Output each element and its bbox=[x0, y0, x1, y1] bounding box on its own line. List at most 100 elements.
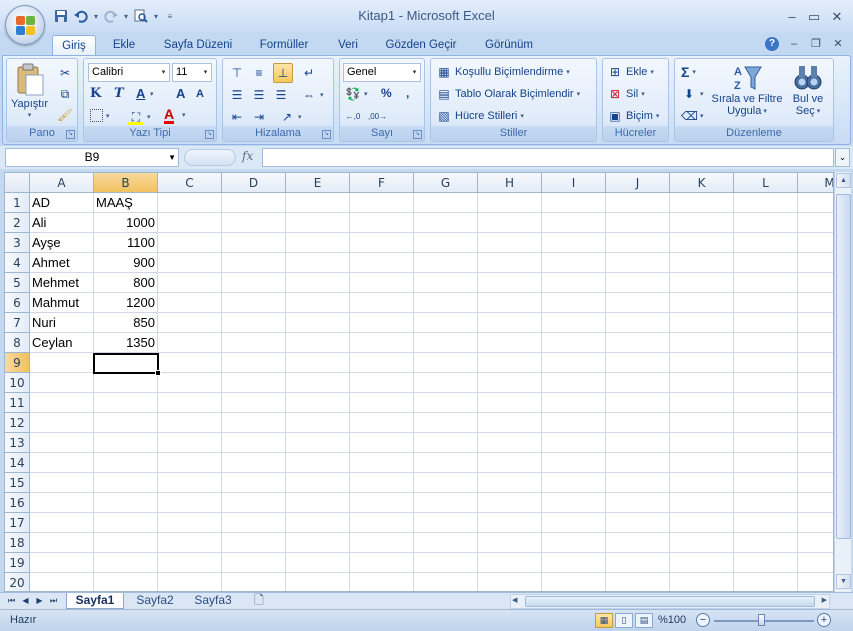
row-header-18[interactable]: 18 bbox=[5, 533, 30, 553]
column-header-l[interactable]: L bbox=[734, 173, 798, 193]
align-bottom-icon[interactable]: ⊥ bbox=[273, 63, 293, 83]
row-header-4[interactable]: 4 bbox=[5, 253, 30, 273]
column-header-d[interactable]: D bbox=[222, 173, 286, 193]
cell-a4[interactable]: Ahmet bbox=[30, 253, 93, 273]
column-header-a[interactable]: A bbox=[30, 173, 94, 193]
decrease-decimal-icon[interactable]: ,00→ bbox=[368, 109, 387, 125]
scroll-right-icon[interactable]: ▶ bbox=[822, 596, 827, 604]
tab-home[interactable]: Giriş bbox=[52, 35, 96, 55]
alignment-launcher-icon[interactable]: ↘ bbox=[322, 130, 331, 139]
tab-insert[interactable]: Ekle bbox=[105, 35, 143, 55]
tab-formulas[interactable]: Formüller bbox=[250, 35, 318, 55]
column-header-f[interactable]: F bbox=[350, 173, 414, 193]
sheet-tab-1[interactable]: Sayfa1 bbox=[66, 593, 124, 609]
row-header-16[interactable]: 16 bbox=[5, 493, 30, 513]
paste-dropdown-icon[interactable]: ▾ bbox=[28, 111, 32, 119]
zoom-level[interactable]: %100 bbox=[658, 614, 686, 626]
column-header-i[interactable]: I bbox=[542, 173, 606, 193]
office-button[interactable] bbox=[5, 5, 45, 45]
underline-dropdown-icon[interactable]: ▾ bbox=[150, 90, 154, 98]
cell-b3[interactable]: 1100 bbox=[94, 233, 157, 253]
column-header-e[interactable]: E bbox=[286, 173, 350, 193]
increase-decimal-icon[interactable]: ←,0 bbox=[345, 109, 361, 125]
format-cells-button[interactable]: ▣ Biçim ▾ bbox=[607, 108, 659, 124]
scroll-left-icon[interactable]: ◀ bbox=[512, 596, 517, 604]
conditional-formatting-button[interactable]: ▦ Koşullu Biçimlendirme ▾ bbox=[436, 64, 569, 80]
horizontal-scrollbar[interactable]: ◀ ▶ bbox=[510, 594, 830, 609]
number-launcher-icon[interactable]: ↘ bbox=[413, 130, 422, 139]
fill-handle[interactable] bbox=[155, 370, 161, 376]
column-header-c[interactable]: C bbox=[158, 173, 222, 193]
row-header-15[interactable]: 15 bbox=[5, 473, 30, 493]
borders-icon[interactable]: ▾ bbox=[90, 109, 110, 122]
cell-a3[interactable]: Ayşe bbox=[30, 233, 93, 253]
formula-input[interactable] bbox=[262, 148, 834, 167]
cell-b8[interactable]: 1350 bbox=[94, 333, 157, 353]
italic-button[interactable]: T bbox=[114, 86, 124, 101]
normal-view-icon[interactable]: ▦ bbox=[595, 613, 613, 628]
row-header-2[interactable]: 2 bbox=[5, 213, 30, 233]
row-header-13[interactable]: 13 bbox=[5, 433, 30, 453]
row-header-3[interactable]: 3 bbox=[5, 233, 30, 253]
horizontal-scroll-thumb[interactable] bbox=[525, 596, 815, 607]
number-format-combo[interactable]: Genel ▾ bbox=[343, 63, 421, 82]
cell-a7[interactable]: Nuri bbox=[30, 313, 93, 333]
vertical-scrollbar[interactable]: ▲ ▼ bbox=[834, 172, 851, 592]
worksheet-grid[interactable]: A B C D E F G H I J K L M 1 2 3 4 5 6 7 8 9 10 11 12 13 14 15 16 17 18… bbox=[4, 172, 834, 592]
column-header-b[interactable]: B bbox=[94, 173, 158, 193]
row-header-20[interactable]: 20 bbox=[5, 573, 30, 591]
clear-icon[interactable]: ⌫ ▾ bbox=[681, 108, 704, 124]
tab-page-layout[interactable]: Sayfa Düzeni bbox=[155, 35, 241, 55]
increase-indent-icon[interactable]: ⇥ bbox=[251, 109, 267, 125]
cell-a5[interactable]: Mehmet bbox=[30, 273, 93, 293]
font-name-combo[interactable]: Calibri ▾ bbox=[88, 63, 170, 82]
column-header-g[interactable]: G bbox=[414, 173, 478, 193]
minimize-icon[interactable]: – bbox=[782, 9, 802, 25]
font-color-button[interactable]: A bbox=[164, 107, 175, 124]
cell-b4[interactable]: 900 bbox=[94, 253, 157, 273]
column-header-m[interactable]: M bbox=[798, 173, 833, 193]
next-sheet-icon[interactable]: ▶ bbox=[34, 595, 45, 607]
align-left-icon[interactable]: ☰ bbox=[229, 87, 245, 103]
cell-b7[interactable]: 850 bbox=[94, 313, 157, 333]
zoom-in-icon[interactable]: + bbox=[817, 613, 831, 627]
clipboard-launcher-icon[interactable]: ↘ bbox=[66, 130, 75, 139]
scroll-down-icon[interactable]: ▼ bbox=[836, 574, 851, 589]
row-header-1[interactable]: 1 bbox=[5, 193, 30, 213]
row-header-19[interactable]: 19 bbox=[5, 553, 30, 573]
help-icon[interactable]: ? bbox=[765, 37, 779, 51]
orientation-icon[interactable]: ↗ ▾ bbox=[279, 109, 302, 125]
close-icon[interactable]: ✕ bbox=[827, 9, 847, 25]
last-sheet-icon[interactable]: ⏭ bbox=[48, 595, 59, 607]
merge-center-icon[interactable]: ⇔ ▾ bbox=[301, 87, 324, 103]
shrink-font-button[interactable]: A bbox=[196, 88, 204, 100]
font-name-dropdown-icon[interactable]: ▾ bbox=[158, 64, 169, 81]
row-header-11[interactable]: 11 bbox=[5, 393, 30, 413]
format-painter-icon[interactable]: 🖌 bbox=[57, 107, 73, 123]
fill-icon[interactable]: ⬇ ▾ bbox=[681, 86, 704, 102]
column-header-j[interactable]: J bbox=[606, 173, 670, 193]
number-format-dropdown-icon[interactable]: ▾ bbox=[409, 64, 420, 81]
align-center-icon[interactable]: ☰ bbox=[251, 87, 267, 103]
font-color-dropdown-icon[interactable]: ▾ bbox=[182, 111, 186, 119]
row-header-17[interactable]: 17 bbox=[5, 513, 30, 533]
accounting-format-icon[interactable]: 💱 ▾ bbox=[345, 86, 368, 102]
cell-a2[interactable]: Ali bbox=[30, 213, 93, 233]
comma-button[interactable]: , bbox=[406, 86, 409, 100]
fill-color-icon[interactable]: ⛶ ▾ bbox=[128, 109, 151, 125]
copy-icon[interactable]: ⧉ bbox=[57, 86, 73, 102]
maximize-icon[interactable]: ▭ bbox=[804, 9, 824, 25]
column-header-h[interactable]: H bbox=[478, 173, 542, 193]
sort-filter-button[interactable]: AZ Sırala ve Filtre Uygula ▾ bbox=[712, 63, 783, 117]
row-header-5[interactable]: 5 bbox=[5, 273, 30, 293]
bold-button[interactable]: K bbox=[90, 86, 101, 101]
prev-sheet-icon[interactable]: ◀ bbox=[20, 595, 31, 607]
percent-button[interactable]: % bbox=[381, 86, 392, 100]
vertical-scroll-thumb[interactable] bbox=[836, 194, 851, 539]
cell-styles-button[interactable]: ▧ Hücre Stilleri ▾ bbox=[436, 108, 524, 124]
scroll-up-icon[interactable]: ▲ bbox=[836, 173, 851, 188]
cell-b5[interactable]: 800 bbox=[94, 273, 157, 293]
workbook-minimize-icon[interactable]: – bbox=[786, 36, 802, 52]
align-right-icon[interactable]: ☰ bbox=[273, 87, 289, 103]
insert-sheet-icon[interactable]: 🗋 bbox=[246, 593, 272, 609]
